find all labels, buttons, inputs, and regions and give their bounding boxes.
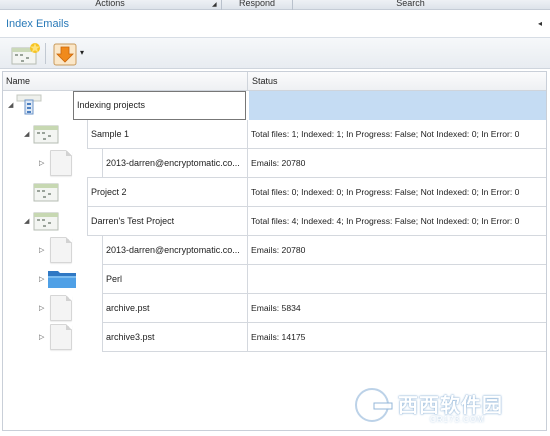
cell-divider <box>247 178 248 207</box>
row-name: 2013-darren@encryptomatic.co... <box>102 149 247 178</box>
row-name: Indexing projects <box>73 91 246 120</box>
toolbar-divider <box>45 43 46 64</box>
watermark-logo: 西西软件园 CR173.COM <box>352 383 542 427</box>
tree-row-archive-pst[interactable]: ▷ archive.pst Emails: 5834 <box>3 294 546 323</box>
tree-row-2013-darren-sample[interactable]: ▷ 2013-darren@encryptomatic.co... Emails… <box>3 149 546 178</box>
tree-row-sample-1[interactable]: ◢ Sample 1 Total files: 1; Indexed: 1; I… <box>3 120 546 149</box>
project-icon <box>33 212 59 231</box>
tree-row-darrens-test-project[interactable]: ◢ Darren's Test Project Total files: 4; … <box>3 207 546 236</box>
tree-row-indexing-projects[interactable]: ◢ Indexing projects <box>3 91 546 120</box>
collapse-icon[interactable]: ◢ <box>24 217 29 225</box>
grid-header: Name Status <box>3 72 546 91</box>
document-icon <box>50 150 72 176</box>
row-status: Total files: 1; Indexed: 1; In Progress:… <box>251 129 520 139</box>
row-status: Emails: 5834 <box>251 303 301 313</box>
column-divider[interactable] <box>247 72 248 91</box>
row-name: Perl <box>102 265 247 294</box>
document-icon <box>50 295 72 321</box>
row-status: Emails: 14175 <box>251 332 306 342</box>
download-dropdown-button[interactable]: ▾ <box>52 41 86 66</box>
row-status <box>249 91 546 120</box>
folder-icon <box>48 271 76 288</box>
row-name: archive3.pst <box>102 323 247 352</box>
watermark-brand: 西西软件园 <box>398 395 503 417</box>
cell-divider <box>247 294 248 323</box>
column-header-name[interactable]: Name <box>6 76 30 86</box>
row-status <box>249 265 546 294</box>
tree-row-archive3-pst[interactable]: ▷ archive3.pst Emails: 14175 <box>3 323 546 352</box>
collapse-panel-icon[interactable]: ◂ <box>538 19 542 28</box>
row-status: Total files: 4; Indexed: 4; In Progress:… <box>251 216 520 226</box>
cell-divider <box>247 149 248 178</box>
tree-row-project-2[interactable]: Project 2 Total files: 0; Indexed: 0; In… <box>3 178 546 207</box>
row-status: Total files: 0; Indexed: 0; In Progress:… <box>251 187 520 197</box>
row-name: Project 2 <box>87 178 247 207</box>
new-project-button[interactable] <box>8 41 41 66</box>
ribbon-tab-strip: Actions ◢ Respond Search <box>0 0 550 10</box>
collapse-icon[interactable]: ◢ <box>24 130 29 138</box>
row-border <box>102 351 546 352</box>
row-status: Emails: 20780 <box>251 158 306 168</box>
expand-icon[interactable]: ▷ <box>39 159 44 167</box>
row-name: 2013-darren@encryptomatic.co... <box>102 236 247 265</box>
cell-divider <box>247 265 248 294</box>
collapse-icon[interactable]: ◢ <box>8 101 13 109</box>
expand-icon[interactable]: ▷ <box>39 275 44 283</box>
panel-header: Index Emails ◂ <box>0 10 550 38</box>
new-project-icon <box>11 43 40 65</box>
tree-row-perl[interactable]: ▷ Perl <box>3 265 546 294</box>
panel-title: Index Emails <box>6 18 69 30</box>
expand-icon[interactable]: ▷ <box>39 333 44 341</box>
watermark-url: CR173.COM <box>430 415 485 424</box>
document-icon <box>50 324 72 350</box>
cell-divider <box>247 323 248 352</box>
index-tree-grid: Name Status ◢ Indexing projects ◢ Sample… <box>2 71 547 431</box>
cell-divider <box>247 207 248 236</box>
download-arrow-icon <box>53 43 77 66</box>
document-icon <box>50 237 72 263</box>
row-name: Sample 1 <box>87 120 247 149</box>
project-icon <box>33 125 59 144</box>
cell-divider <box>247 120 248 149</box>
expand-icon[interactable]: ▷ <box>39 246 44 254</box>
dropdown-caret-icon[interactable]: ▾ <box>80 48 84 57</box>
column-header-status[interactable]: Status <box>252 76 278 86</box>
tab-actions[interactable]: Actions <box>60 0 160 9</box>
tab-actions-dropdown-icon[interactable]: ◢ <box>212 1 217 8</box>
tab-search[interactable]: Search <box>293 0 528 9</box>
server-icon <box>16 94 42 115</box>
expand-icon[interactable]: ▷ <box>39 304 44 312</box>
tab-respond[interactable]: Respond <box>222 0 292 9</box>
row-name: archive.pst <box>102 294 247 323</box>
cell-divider <box>247 236 248 265</box>
toolbar: ▾ <box>0 38 550 69</box>
tree-row-2013-darren-test[interactable]: ▷ 2013-darren@encryptomatic.co... Emails… <box>3 236 546 265</box>
row-name: Darren's Test Project <box>87 207 247 236</box>
row-status: Emails: 20780 <box>251 245 306 255</box>
project-icon <box>33 183 59 202</box>
